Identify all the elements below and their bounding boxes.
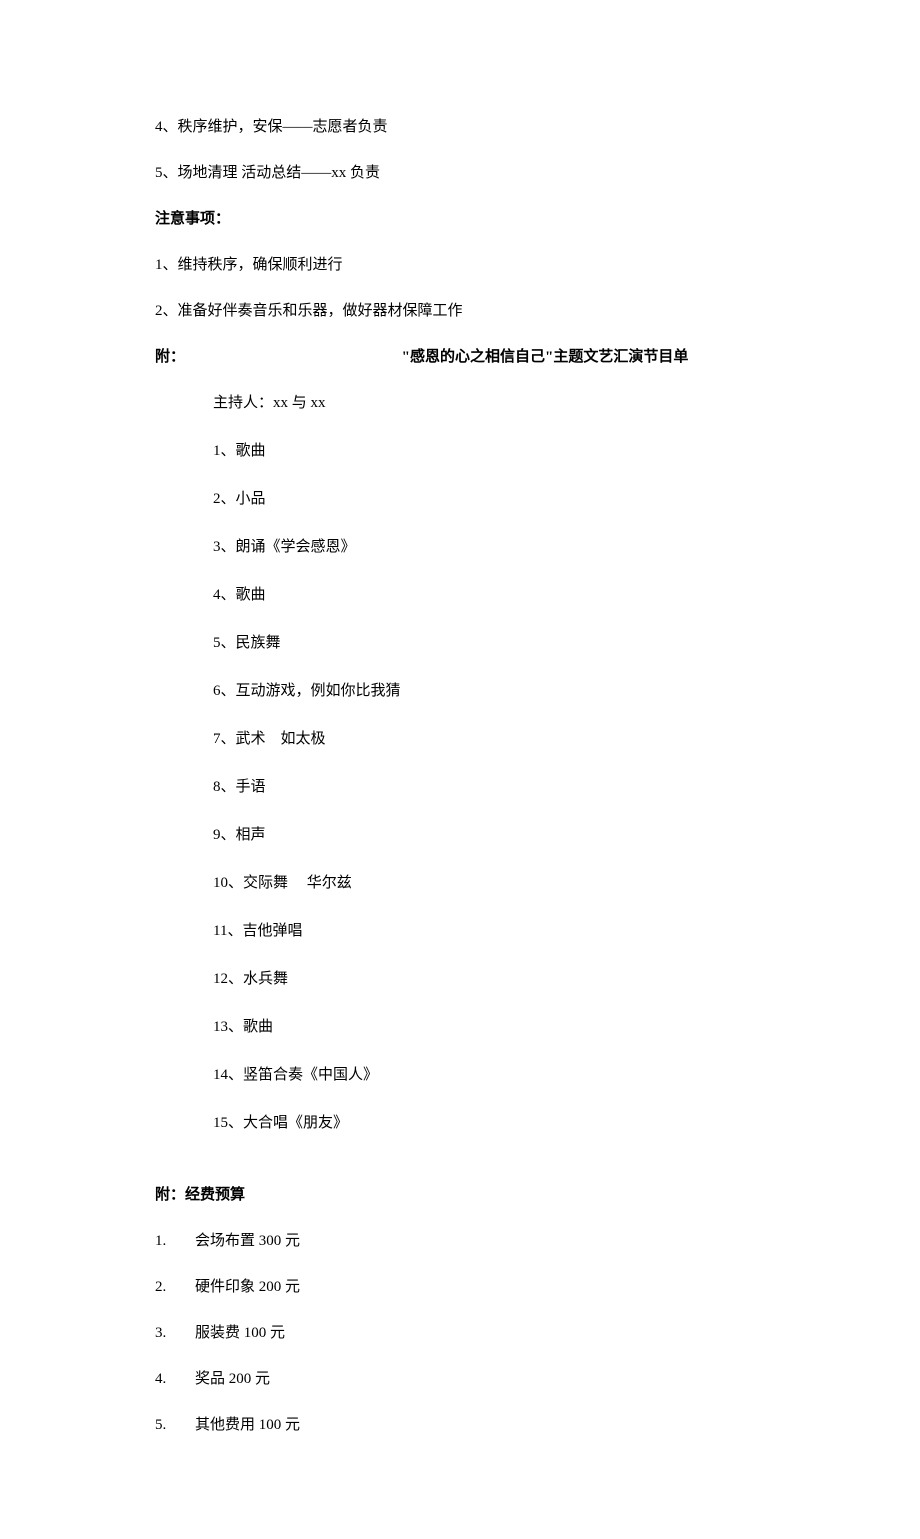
program-11: 11、吉他弹唱 <box>213 919 765 943</box>
budget-num-5: 5. <box>155 1413 181 1437</box>
appendix-prefix: 附： <box>155 345 185 369</box>
task-item-4: 4、秩序维护，安保——志愿者负责 <box>155 115 765 139</box>
program-7: 7、武术 如太极 <box>213 727 765 751</box>
program-list-block: 主持人：xx 与 xx 1、歌曲 2、小品 3、朗诵《学会感恩》 4、歌曲 5、… <box>155 391 765 1135</box>
program-9: 9、相声 <box>213 823 765 847</box>
budget-heading: 附：经费预算 <box>155 1183 765 1207</box>
appendix-title: "感恩的心之相信自己"主题文艺汇演节目单 <box>185 345 765 369</box>
note-2: 2、准备好伴奏音乐和乐器，做好器材保障工作 <box>155 299 765 323</box>
program-4: 4、歌曲 <box>213 583 765 607</box>
budget-text-5: 其他费用 100 元 <box>181 1413 300 1437</box>
notes-heading: 注意事项： <box>155 207 765 231</box>
budget-item-4: 4. 奖品 200 元 <box>155 1367 765 1391</box>
note-1: 1、维持秩序，确保顺利进行 <box>155 253 765 277</box>
program-13: 13、歌曲 <box>213 1015 765 1039</box>
program-3: 3、朗诵《学会感恩》 <box>213 535 765 559</box>
program-15: 15、大合唱《朋友》 <box>213 1111 765 1135</box>
budget-num-1: 1. <box>155 1229 181 1253</box>
program-10: 10、交际舞 华尔兹 <box>213 871 765 895</box>
program-1: 1、歌曲 <box>213 439 765 463</box>
budget-item-3: 3. 服装费 100 元 <box>155 1321 765 1345</box>
program-6: 6、互动游戏，例如你比我猜 <box>213 679 765 703</box>
program-8: 8、手语 <box>213 775 765 799</box>
budget-text-2: 硬件印象 200 元 <box>181 1275 300 1299</box>
budget-num-3: 3. <box>155 1321 181 1345</box>
budget-item-5: 5. 其他费用 100 元 <box>155 1413 765 1437</box>
program-2: 2、小品 <box>213 487 765 511</box>
host-line: 主持人：xx 与 xx <box>213 391 765 415</box>
budget-text-1: 会场布置 300 元 <box>181 1229 300 1253</box>
budget-text-3: 服装费 100 元 <box>181 1321 285 1345</box>
program-5: 5、民族舞 <box>213 631 765 655</box>
task-item-5: 5、场地清理 活动总结——xx 负责 <box>155 161 765 185</box>
budget-item-2: 2. 硬件印象 200 元 <box>155 1275 765 1299</box>
budget-item-1: 1. 会场布置 300 元 <box>155 1229 765 1253</box>
budget-text-4: 奖品 200 元 <box>181 1367 270 1391</box>
budget-num-4: 4. <box>155 1367 181 1391</box>
budget-num-2: 2. <box>155 1275 181 1299</box>
appendix-title-row: 附： "感恩的心之相信自己"主题文艺汇演节目单 <box>155 345 765 369</box>
program-14: 14、竖笛合奏《中国人》 <box>213 1063 765 1087</box>
program-12: 12、水兵舞 <box>213 967 765 991</box>
budget-list: 1. 会场布置 300 元 2. 硬件印象 200 元 3. 服装费 100 元… <box>155 1229 765 1437</box>
